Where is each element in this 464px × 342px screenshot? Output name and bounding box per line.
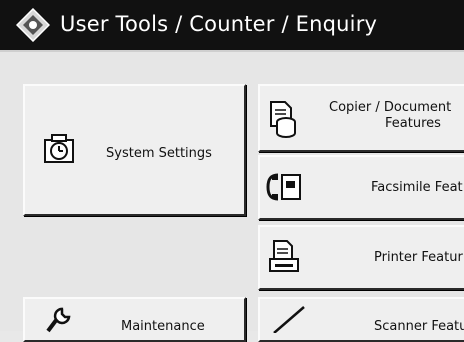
printer-label: Printer Featur (374, 250, 463, 265)
system-settings-button[interactable]: System Settings (23, 84, 246, 216)
scanner-features-button[interactable]: Scanner Featu (258, 297, 464, 342)
copier-label-line1: Copier / Document (329, 100, 452, 115)
facsimile-icon (266, 173, 301, 201)
copier-label-line2: Features (385, 116, 441, 131)
system-settings-label: System Settings (106, 146, 212, 161)
page-title: User Tools / Counter / Enquiry (60, 12, 378, 36)
printer-icon (269, 240, 299, 272)
copier-document-icon (270, 101, 296, 138)
wrench-icon (46, 307, 71, 333)
diamond-tools-icon (16, 8, 50, 42)
facsimile-features-button[interactable]: Facsimile Feat (258, 155, 464, 220)
clock-settings-icon (44, 134, 74, 163)
facsimile-label: Facsimile Feat (371, 180, 463, 195)
maintenance-button[interactable]: Maintenance (23, 297, 246, 342)
maintenance-label: Maintenance (121, 319, 205, 334)
copier-document-features-button[interactable]: Copier / Document Features (258, 84, 464, 152)
menu-area: System Settings Copier / Document Featur… (0, 52, 464, 342)
printer-features-button[interactable]: Printer Featur (258, 225, 464, 290)
scanner-label: Scanner Featu (374, 319, 464, 334)
title-bar: User Tools / Counter / Enquiry (0, 0, 464, 52)
scanner-icon (273, 306, 305, 333)
